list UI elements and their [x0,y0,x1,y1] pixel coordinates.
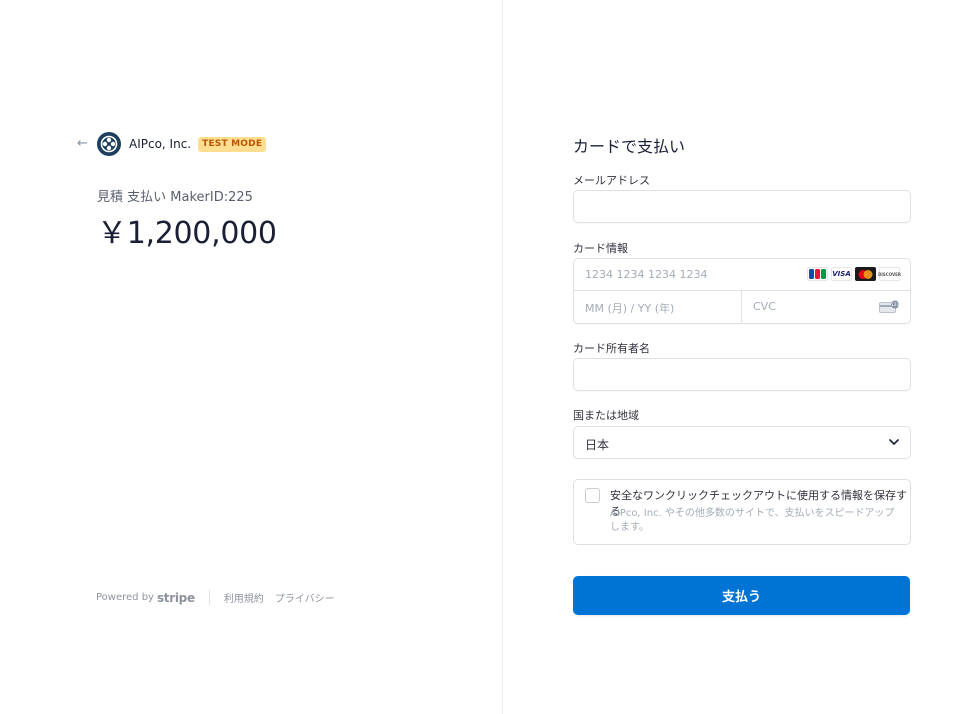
save-info-box: 安全なワンクリックチェックアウトに使用する情報を保存する AIPco, Inc.… [573,479,911,545]
payment-pane: カードで支払い メールアドレス カード情報 1234 1234 1234 123… [503,0,977,714]
country-select[interactable]: 日本 [573,426,911,459]
form-title: カードで支払い [573,137,686,156]
cvc-placeholder[interactable]: CVC [753,300,776,313]
jcb-icon [807,267,828,281]
back-arrow-icon[interactable]: ← [77,137,91,151]
expiry-cvc-divider [741,291,742,323]
product-price: ￥1,200,000 [97,216,277,251]
mastercard-icon [855,267,876,281]
cvc-card-icon: 123 [879,299,900,313]
chevron-down-icon [889,439,899,445]
merchant-name[interactable]: AIPco, Inc. [129,137,191,151]
test-mode-badge: TEST MODE [198,136,267,152]
powered-by-label: Powered by [96,592,154,603]
country-label: 国または地域 [573,409,639,422]
visa-icon: VISA [831,267,852,281]
stripe-logo: stripe [156,590,195,605]
discover-icon: DISCOVER [878,267,901,281]
merchant-logo-icon [97,132,121,156]
footer-divider [208,590,210,605]
terms-link[interactable]: 利用規約 [224,590,264,605]
card-number-placeholder: 1234 1234 1234 1234 [585,268,708,281]
card-expiry-cvc-row: MM (月) / YY (年) CVC 123 [574,291,910,323]
country-value: 日本 [585,438,610,452]
powered-by-stripe-link[interactable]: Powered by stripe [96,591,195,605]
footer: Powered by stripe 利用規約 プライバシー [96,590,346,605]
save-info-description: AIPco, Inc. やその他多数のサイトで、支払いをスピードアップします。 [610,508,895,533]
card-info-group: 1234 1234 1234 1234 VISA DISCOVER MM (月)… [573,258,911,324]
cardholder-name-field[interactable] [573,358,911,391]
merchant-header: ← AIPco, Inc. TEST MODE [77,132,267,156]
summary-pane: ← AIPco, Inc. TEST MODE 見積 支払い MakerID:2… [0,0,502,714]
email-label: メールアドレス [573,174,650,187]
card-brands: VISA DISCOVER [807,267,901,281]
privacy-link[interactable]: プライバシー [275,590,335,605]
card-number-field[interactable]: 1234 1234 1234 1234 VISA DISCOVER [574,259,910,291]
save-info-checkbox[interactable] [585,488,600,503]
card-info-label: カード情報 [573,242,628,255]
svg-text:123: 123 [891,302,900,308]
product-name: 見積 支払い MakerID:225 [97,190,253,205]
email-field[interactable] [573,190,911,223]
expiry-placeholder[interactable]: MM (月) / YY (年) [585,300,674,316]
cardholder-label: カード所有者名 [573,342,650,355]
pay-button[interactable]: 支払う [573,576,910,615]
